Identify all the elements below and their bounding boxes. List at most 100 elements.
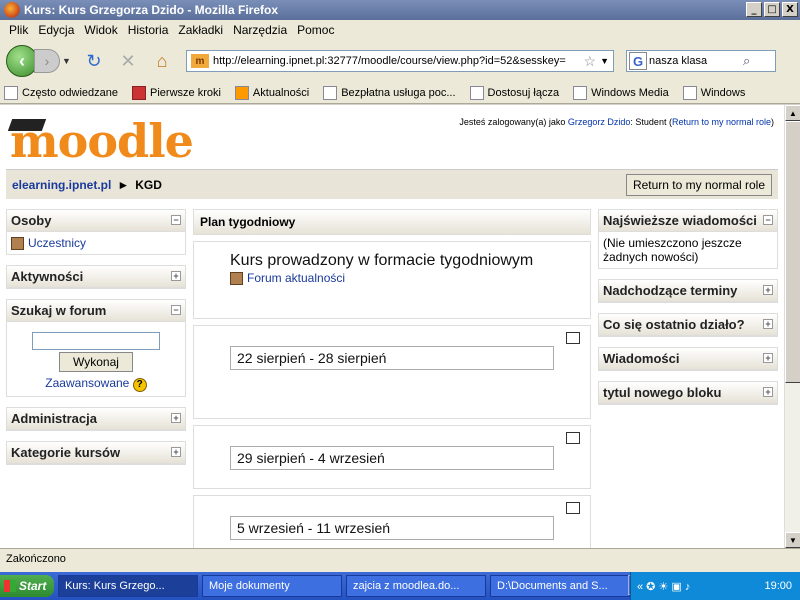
block-title: Aktywności [11,269,84,285]
participants-link[interactable]: Uczestnicy [28,236,86,250]
start-button[interactable]: Start [0,575,54,597]
return-role-button[interactable]: Return to my normal role [625,174,772,196]
expand-icon[interactable]: + [763,387,773,397]
search-input[interactable] [649,55,743,67]
collapse-icon[interactable]: − [763,215,773,225]
left-column: Osoby − Uczestnicy Aktywności + Szukaj w f… [6,209,186,475]
forward-arrow-icon[interactable]: › [34,49,60,73]
page-icon [682,85,697,100]
week-title: 5 wrzesień - 11 wrzesień [230,516,554,540]
window-titlebar: Kurs: Kurs Grzegorza Dzido - Mozilla Fir… [0,0,800,20]
menu-historia[interactable]: Historia [123,23,174,37]
expand-icon[interactable]: + [763,285,773,295]
bookmark-label: Aktualności [252,86,310,99]
menu-edycja[interactable]: Edycja [33,23,79,37]
help-icon[interactable]: ? [132,378,147,393]
week-checkbox[interactable] [566,502,580,514]
home-icon[interactable]: ⌂ [150,49,174,73]
block-osoby: Osoby − Uczestnicy [6,209,186,256]
main-column: Plan tygodniowy Kurs prowadzony w formac… [193,209,591,548]
tray-icons[interactable]: « ✪ ☀ ▣ ♪ [637,580,690,593]
bookmark-item[interactable]: Windows Media [573,85,669,100]
vertical-scrollbar[interactable]: ▲ ▼ [784,105,800,548]
page-icon [323,85,338,100]
block-header: Aktywności + [7,266,185,289]
bookmark-item[interactable]: Aktualności [234,85,310,100]
news-forum-link[interactable]: Forum aktualności [247,271,345,285]
breadcrumb-site-link[interactable]: elearning.ipnet.pl [12,178,111,192]
menu-widok[interactable]: Widok [79,23,122,37]
user-link[interactable]: Grzegorz Dzido [568,117,631,127]
firefox-icon [132,85,147,100]
people-icon [11,237,24,251]
clock: 19:00 [764,580,792,592]
reload-icon[interactable]: ↻ [82,49,106,73]
forum-search-input[interactable] [32,332,160,351]
return-role-link[interactable]: Return to my normal role [672,117,771,127]
expand-icon[interactable]: + [763,319,773,329]
navigation-toolbar: ‹ › ▼ ↻ ✕ ⌂ m ☆ ▼ G ⌕ [0,40,800,82]
scroll-down-icon[interactable]: ▼ [785,532,800,548]
bookmarks-toolbar: Często odwiedzane Pierwsze kroki Aktualn… [0,82,800,104]
week-title: 29 sierpień - 4 wrzesień [230,446,554,470]
week-checkbox[interactable] [566,432,580,444]
stop-icon[interactable]: ✕ [116,49,140,73]
block-events: Nadchodzące terminy + [598,279,778,303]
bookmark-item[interactable]: Często odwiedzane [4,85,118,100]
search-bar[interactable]: G ⌕ [626,50,776,72]
block-header: Osoby − [7,210,185,232]
collapse-icon[interactable]: − [171,305,181,316]
section-0: Kurs prowadzony w formacie tygodniowym F… [193,241,591,319]
login-suffix: ) [771,117,774,127]
expand-icon[interactable]: + [763,353,773,363]
block-header: Administracja + [7,408,185,431]
collapse-icon[interactable]: − [171,215,181,225]
advanced-search-row: Zaawansowane ? [11,376,181,393]
expand-icon[interactable]: + [171,271,181,282]
login-role: : Student ( [630,117,672,127]
search-icon[interactable]: ⌕ [743,53,750,69]
bookmark-item[interactable]: Windows [682,85,746,100]
history-dropdown-icon[interactable]: ▼ [62,56,72,66]
right-column: Najświeższe wiadomości − (Nie umieszczono… [598,209,778,415]
bookmark-label: Windows [700,86,746,99]
taskbar-item-firefox[interactable]: Kurs: Kurs Grzego... [58,575,198,597]
block-messages: Wiadomości + [598,347,778,371]
expand-icon[interactable]: + [171,413,181,424]
menu-plik[interactable]: Plik [4,23,33,37]
week-checkbox[interactable] [566,332,580,344]
block-title: Szukaj w forum [11,303,107,319]
block-header: tytul nowego bloku + [599,382,777,404]
block-header: Co się ostatnio działo? + [599,314,777,336]
menu-pomoc[interactable]: Pomoc [292,23,339,37]
taskbar-item-explorer[interactable]: D:\Documents and S... [490,575,630,597]
bookmark-item[interactable]: Bezpłatna usługa poc... [323,85,456,100]
bookmark-star-icon[interactable]: ☆ [584,53,597,70]
block-new: tytul nowego bloku + [598,381,778,405]
expand-icon[interactable]: + [171,447,181,458]
week-title: 22 sierpień - 28 sierpień [230,346,554,370]
bookmark-item[interactable]: Pierwsze kroki [132,85,221,100]
search-submit-button[interactable]: Wykonaj [59,352,133,373]
close-button[interactable]: X [782,2,798,17]
scroll-thumb[interactable] [785,121,800,383]
maximize-button[interactable]: □ [764,2,780,17]
menu-narzedzia[interactable]: Narzędzia [228,23,292,37]
moodle-logo[interactable]: moodle [7,113,194,169]
url-dropdown-icon[interactable]: ▼ [600,56,609,66]
bookmark-item[interactable]: Dostosuj łącza [469,85,559,100]
menu-zakladki[interactable]: Zakładki [173,23,228,37]
taskbar: Start Kurs: Kurs Grzego... Moje dokument… [0,572,800,600]
url-input[interactable] [213,55,580,67]
minimize-button[interactable]: _ [746,2,762,17]
bookmark-label: Windows Media [591,86,669,99]
taskbar-item-folder[interactable]: Moje dokumenty [202,575,342,597]
block-administracja: Administracja + [6,407,186,432]
block-header: Kategorie kursów + [7,442,185,465]
taskbar-item-word[interactable]: zajcia z moodlea.do... [346,575,486,597]
scroll-up-icon[interactable]: ▲ [785,105,800,121]
google-engine-icon[interactable]: G [629,52,647,70]
url-bar[interactable]: m ☆ ▼ [186,50,614,72]
system-tray: « ✪ ☀ ▣ ♪ 19:00 [630,572,800,600]
advanced-search-link[interactable]: Zaawansowane [45,376,129,390]
